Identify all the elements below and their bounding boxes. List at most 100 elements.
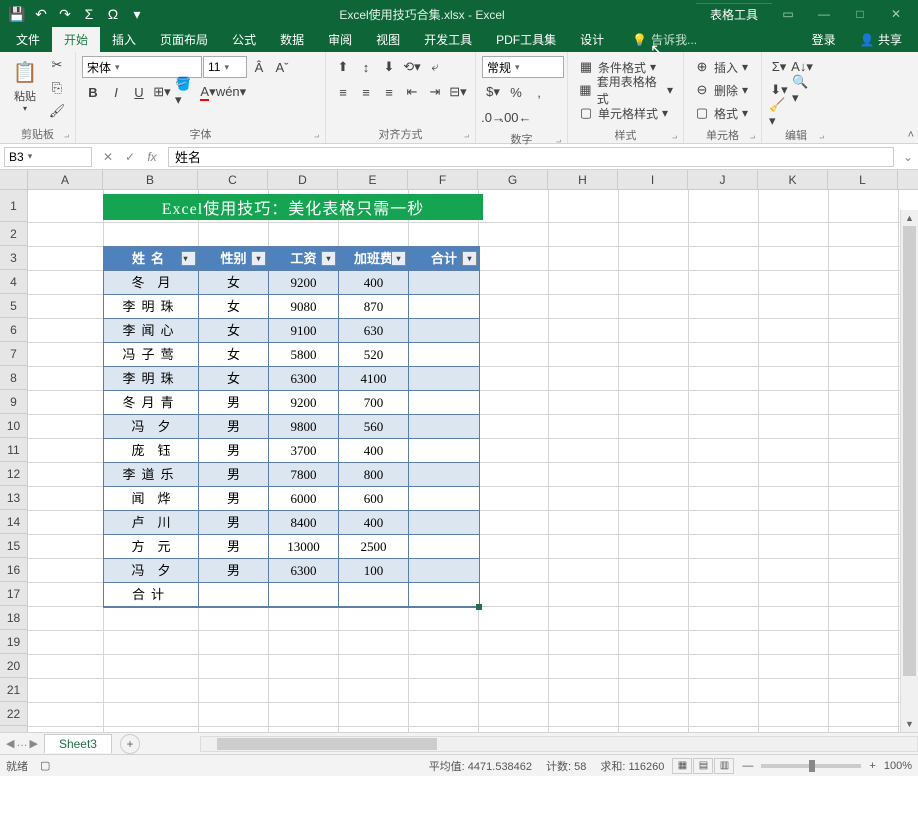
- minimize-icon[interactable]: —: [808, 3, 840, 25]
- col-header-D[interactable]: D: [268, 170, 338, 189]
- col-header-G[interactable]: G: [478, 170, 548, 189]
- row-header-22[interactable]: 22: [0, 702, 27, 726]
- wrap-text-icon[interactable]: ⤶: [424, 56, 446, 78]
- tab-developer[interactable]: 开发工具: [412, 27, 484, 52]
- col-header-K[interactable]: K: [758, 170, 828, 189]
- insert-cells-button[interactable]: ⊕插入▾: [690, 56, 752, 78]
- scroll-down-icon[interactable]: ▼: [901, 716, 918, 732]
- close-icon[interactable]: ✕: [880, 3, 912, 25]
- select-all-corner[interactable]: [0, 170, 28, 189]
- col-header-E[interactable]: E: [338, 170, 408, 189]
- filter-dropdown-icon[interactable]: ▾: [251, 251, 266, 266]
- view-normal-icon[interactable]: ▦: [672, 758, 692, 774]
- tab-view[interactable]: 视图: [364, 27, 412, 52]
- row-header-10[interactable]: 10: [0, 414, 27, 438]
- font-size-combo[interactable]: 11: [203, 56, 247, 78]
- row-header-7[interactable]: 7: [0, 342, 27, 366]
- scroll-up-icon[interactable]: ▲: [901, 210, 918, 226]
- row-header-21[interactable]: 21: [0, 678, 27, 702]
- bold-icon[interactable]: B: [82, 81, 104, 103]
- align-right-icon[interactable]: ≡: [378, 81, 400, 103]
- table-header[interactable]: 加班费▾: [339, 247, 409, 271]
- align-bottom-icon[interactable]: ⬇: [378, 56, 400, 78]
- filter-dropdown-icon[interactable]: ▾: [462, 251, 477, 266]
- orientation-icon[interactable]: ⟲▾: [401, 56, 423, 78]
- row-header-4[interactable]: 4: [0, 270, 27, 294]
- row-header-19[interactable]: 19: [0, 630, 27, 654]
- view-page-icon[interactable]: ▤: [693, 758, 713, 774]
- row-header-11[interactable]: 11: [0, 438, 27, 462]
- indent-dec-icon[interactable]: ⇤: [401, 81, 423, 103]
- underline-icon[interactable]: U: [128, 81, 150, 103]
- fx-icon[interactable]: fx: [142, 147, 162, 167]
- view-break-icon[interactable]: ▥: [714, 758, 734, 774]
- autosum-icon[interactable]: Σ: [78, 3, 100, 25]
- symbol-icon[interactable]: Ω: [102, 3, 124, 25]
- row-header-12[interactable]: 12: [0, 462, 27, 486]
- enter-formula-icon[interactable]: ✓: [120, 147, 140, 167]
- col-header-L[interactable]: L: [828, 170, 898, 189]
- login-button[interactable]: 登录: [800, 27, 848, 52]
- table-header[interactable]: 工资▾: [269, 247, 339, 271]
- fill-color-icon[interactable]: 🪣▾: [174, 81, 196, 103]
- col-header-A[interactable]: A: [28, 170, 103, 189]
- row-header-23[interactable]: 23: [0, 726, 27, 732]
- col-header-C[interactable]: C: [198, 170, 268, 189]
- indent-inc-icon[interactable]: ⇥: [424, 81, 446, 103]
- autosum-button[interactable]: Σ▾: [768, 56, 790, 78]
- clear-icon[interactable]: 🧹▾: [768, 102, 790, 124]
- share-button[interactable]: 👤 共享: [848, 27, 914, 52]
- ribbon-options-icon[interactable]: ▭: [772, 3, 804, 25]
- tab-pdf[interactable]: PDF工具集: [484, 27, 568, 52]
- comma-icon[interactable]: ,: [528, 81, 550, 103]
- tab-page-layout[interactable]: 页面布局: [148, 27, 220, 52]
- percent-icon[interactable]: %: [505, 81, 527, 103]
- sheet-nav-next-icon[interactable]: ▶: [29, 737, 37, 750]
- copy-icon[interactable]: ⎘: [46, 77, 68, 99]
- undo-icon[interactable]: ↶: [30, 3, 52, 25]
- tab-design[interactable]: 设计: [568, 27, 616, 52]
- align-center-icon[interactable]: ≡: [355, 81, 377, 103]
- table-header[interactable]: 姓名▾: [104, 247, 199, 271]
- table-header[interactable]: 合计▾: [409, 247, 479, 271]
- cancel-formula-icon[interactable]: ✕: [98, 147, 118, 167]
- row-header-15[interactable]: 15: [0, 534, 27, 558]
- sheet-nav-more-icon[interactable]: …: [16, 737, 27, 750]
- tab-review[interactable]: 审阅: [316, 27, 364, 52]
- name-box[interactable]: B3: [4, 147, 92, 167]
- decrease-decimal-icon[interactable]: .00←: [505, 106, 527, 128]
- cell-style-button[interactable]: ▢单元格样式▾: [574, 102, 672, 124]
- align-middle-icon[interactable]: ↕: [355, 56, 377, 78]
- add-sheet-button[interactable]: +: [120, 734, 140, 754]
- row-header-16[interactable]: 16: [0, 558, 27, 582]
- save-icon[interactable]: 💾: [6, 3, 28, 25]
- col-header-J[interactable]: J: [688, 170, 758, 189]
- row-header-9[interactable]: 9: [0, 390, 27, 414]
- row-header-6[interactable]: 6: [0, 318, 27, 342]
- format-painter-icon[interactable]: 🖌: [46, 100, 68, 122]
- row-header-13[interactable]: 13: [0, 486, 27, 510]
- hscroll-thumb[interactable]: [217, 738, 437, 750]
- cut-icon[interactable]: ✂: [46, 54, 68, 76]
- macro-record-icon[interactable]: ▢: [40, 759, 50, 772]
- find-icon[interactable]: 🔍▾: [791, 79, 813, 101]
- align-top-icon[interactable]: ⬆: [332, 56, 354, 78]
- decrease-font-icon[interactable]: Aˇ: [271, 56, 293, 78]
- table-format-button[interactable]: ▦套用表格格式▾: [574, 79, 677, 101]
- scroll-thumb[interactable]: [903, 226, 916, 676]
- col-header-I[interactable]: I: [618, 170, 688, 189]
- font-name-combo[interactable]: 宋体: [82, 56, 202, 78]
- filter-dropdown-icon[interactable]: ▾: [321, 251, 336, 266]
- row-header-20[interactable]: 20: [0, 654, 27, 678]
- filter-dropdown-icon[interactable]: ▾: [181, 251, 196, 266]
- col-header-B[interactable]: B: [103, 170, 198, 189]
- table-resize-handle[interactable]: [476, 604, 482, 610]
- align-left-icon[interactable]: ≡: [332, 81, 354, 103]
- increase-font-icon[interactable]: Â: [248, 56, 270, 78]
- italic-icon[interactable]: I: [105, 81, 127, 103]
- border-icon[interactable]: ⊞▾: [151, 81, 173, 103]
- format-cells-button[interactable]: ▢格式▾: [690, 102, 752, 124]
- row-header-3[interactable]: 3: [0, 246, 27, 270]
- tab-file[interactable]: 文件: [4, 27, 52, 52]
- qat-more-icon[interactable]: ▾: [126, 3, 148, 25]
